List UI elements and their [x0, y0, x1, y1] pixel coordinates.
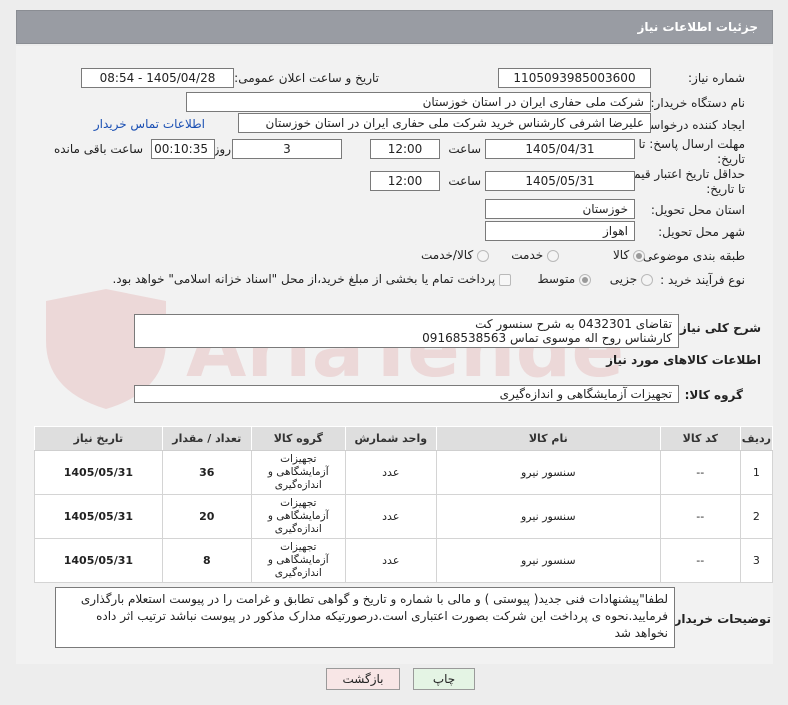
radio-icon [579, 273, 591, 286]
days-field: 3 [232, 139, 342, 159]
remaining-time-label: ساعت باقی مانده [53, 142, 143, 156]
validity-time-label: ساعت [448, 174, 481, 188]
checkbox-icon [499, 273, 511, 286]
col-header-group: گروه کالا [250, 426, 346, 451]
cell-group: تجهیزات آزمایشگاهی و اندازه‌گیری [250, 494, 346, 539]
deadline-time-field: 12:00 [370, 139, 440, 159]
process-option-minor[interactable]: جزیی [610, 272, 653, 286]
payment-option[interactable]: پرداخت تمام یا بخشی از مبلغ خرید،از محل … [112, 272, 511, 286]
buyer-notes-label: توضیحات خریدار: [669, 612, 771, 626]
cell-row-number: 2 [739, 494, 774, 539]
col-header-code: کد کالا [659, 426, 741, 451]
cell-code: -- [659, 494, 741, 539]
table-row: 1 -- سنسور نیرو عدد تجهیزات آزمایشگاهی و… [34, 450, 774, 495]
deadline-label: مهلت ارسال پاسخ: تا [638, 137, 745, 151]
city-field: اهواز [485, 221, 635, 241]
cell-unit: عدد [344, 450, 437, 495]
radio-icon [547, 249, 559, 262]
cell-name: سنسور نیرو [435, 494, 661, 539]
description-line-2: کارشناس روح اله موسوی تماس 09168538563 [422, 331, 672, 345]
goods-group-label: گروه کالا: [684, 388, 743, 402]
process-label: نوع فرآیند خرید : [660, 273, 745, 287]
goods-group-field: تجهیزات آزمایشگاهی و اندازه‌گیری [134, 385, 679, 403]
col-header-unit: واحد شمارش [344, 426, 437, 451]
col-header-name: نام کالا [435, 426, 661, 451]
cell-date: 1405/05/31 [34, 538, 163, 583]
province-field: خوزستان [485, 199, 635, 219]
table-header-row: ردیف کد کالا نام کالا واحد شمارش گروه کا… [34, 426, 774, 451]
validity-label-date: تا تاریخ: [706, 182, 745, 196]
col-header-row: ردیف [739, 426, 774, 451]
description-line-1: تقاضای 0432301 به شرح سنسور کت [475, 317, 672, 331]
process-option-medium[interactable]: متوسط [537, 272, 591, 286]
buyer-notes-textarea[interactable]: لطفا"پیشنهادات فنی جدید( پیوستی ) و مالی… [55, 587, 675, 648]
validity-label: حداقل تاریخ اعتبار قیمت: [618, 167, 745, 181]
table-row: 2 -- سنسور نیرو عدد تجهیزات آزمایشگاهی و… [34, 494, 774, 539]
cell-group: تجهیزات آزمایشگاهی و اندازه‌گیری [250, 450, 346, 495]
remaining-time-field: 00:10:35 [151, 139, 215, 159]
col-header-date: تاریخ نیاز [34, 426, 163, 451]
cell-unit: عدد [344, 538, 437, 583]
category-option-goods-service[interactable]: کالا/خدمت [421, 248, 489, 262]
table-row: 3 -- سنسور نیرو عدد تجهیزات آزمایشگاهی و… [34, 538, 774, 583]
validity-time-field: 12:00 [370, 171, 440, 191]
goods-section-title: اطلاعات کالاهای مورد نیاز [606, 353, 761, 367]
goods-table: ردیف کد کالا نام کالا واحد شمارش گروه کا… [34, 426, 774, 583]
validity-date-field: 1405/05/31 [485, 171, 635, 191]
back-button[interactable]: بازگشت [326, 668, 400, 690]
cell-qty: 20 [161, 494, 252, 539]
cell-date: 1405/05/31 [34, 494, 163, 539]
page-title: جزئیات اطلاعات نیاز [637, 20, 758, 34]
category-option-service[interactable]: خدمت [511, 248, 559, 262]
cell-name: سنسور نیرو [435, 450, 661, 495]
cell-group: تجهیزات آزمایشگاهی و اندازه‌گیری [250, 538, 346, 583]
cell-row-number: 1 [739, 450, 774, 495]
city-label: شهر محل تحویل: [658, 225, 745, 239]
col-header-qty: تعداد / مقدار [161, 426, 252, 451]
description-label: شرح کلی نیاز: [675, 321, 761, 335]
requester-label: ایجاد کننده درخواست: [634, 118, 745, 132]
cell-date: 1405/05/31 [34, 450, 163, 495]
announce-label: تاریخ و ساعت اعلان عمومی: [234, 71, 379, 85]
description-textarea[interactable]: تقاضای 0432301 به شرح سنسور کت کارشناس ر… [134, 314, 679, 348]
deadline-label-date: تاریخ: [717, 152, 745, 166]
cell-code: -- [659, 450, 741, 495]
deadline-date-field: 1405/04/31 [485, 139, 635, 159]
details-panel: AriaTender.net شماره نیاز: 1105093985003… [16, 46, 774, 690]
buyer-org-label: نام دستگاه خریدار: [650, 96, 746, 110]
deadline-time-label: ساعت [448, 142, 481, 156]
category-option-goods[interactable]: کالا [613, 248, 645, 262]
page-header: جزئیات اطلاعات نیاز [16, 10, 773, 44]
radio-icon [477, 249, 489, 262]
radio-icon [633, 249, 645, 262]
cell-name: سنسور نیرو [435, 538, 661, 583]
cell-row-number: 3 [739, 538, 774, 583]
radio-icon [641, 273, 653, 286]
need-number-field: 1105093985003600 [498, 68, 651, 88]
buyer-org-field: شرکت ملی حفاری ایران در استان خوزستان [186, 92, 651, 112]
announce-field: 1405/04/28 - 08:54 [81, 68, 234, 88]
need-number-label: شماره نیاز: [688, 71, 745, 85]
buyer-contact-link[interactable]: اطلاعات تماس خریدار [94, 117, 205, 131]
print-button[interactable]: چاپ [413, 668, 475, 690]
cell-unit: عدد [344, 494, 437, 539]
province-label: استان محل تحویل: [650, 203, 745, 217]
category-label: طبقه بندی موضوعی: [638, 249, 745, 263]
cell-qty: 36 [161, 450, 252, 495]
requester-field: علیرضا اشرفی کارشناس خرید شرکت ملی حفاری… [238, 113, 651, 133]
cell-code: -- [659, 538, 741, 583]
cell-qty: 8 [161, 538, 252, 583]
